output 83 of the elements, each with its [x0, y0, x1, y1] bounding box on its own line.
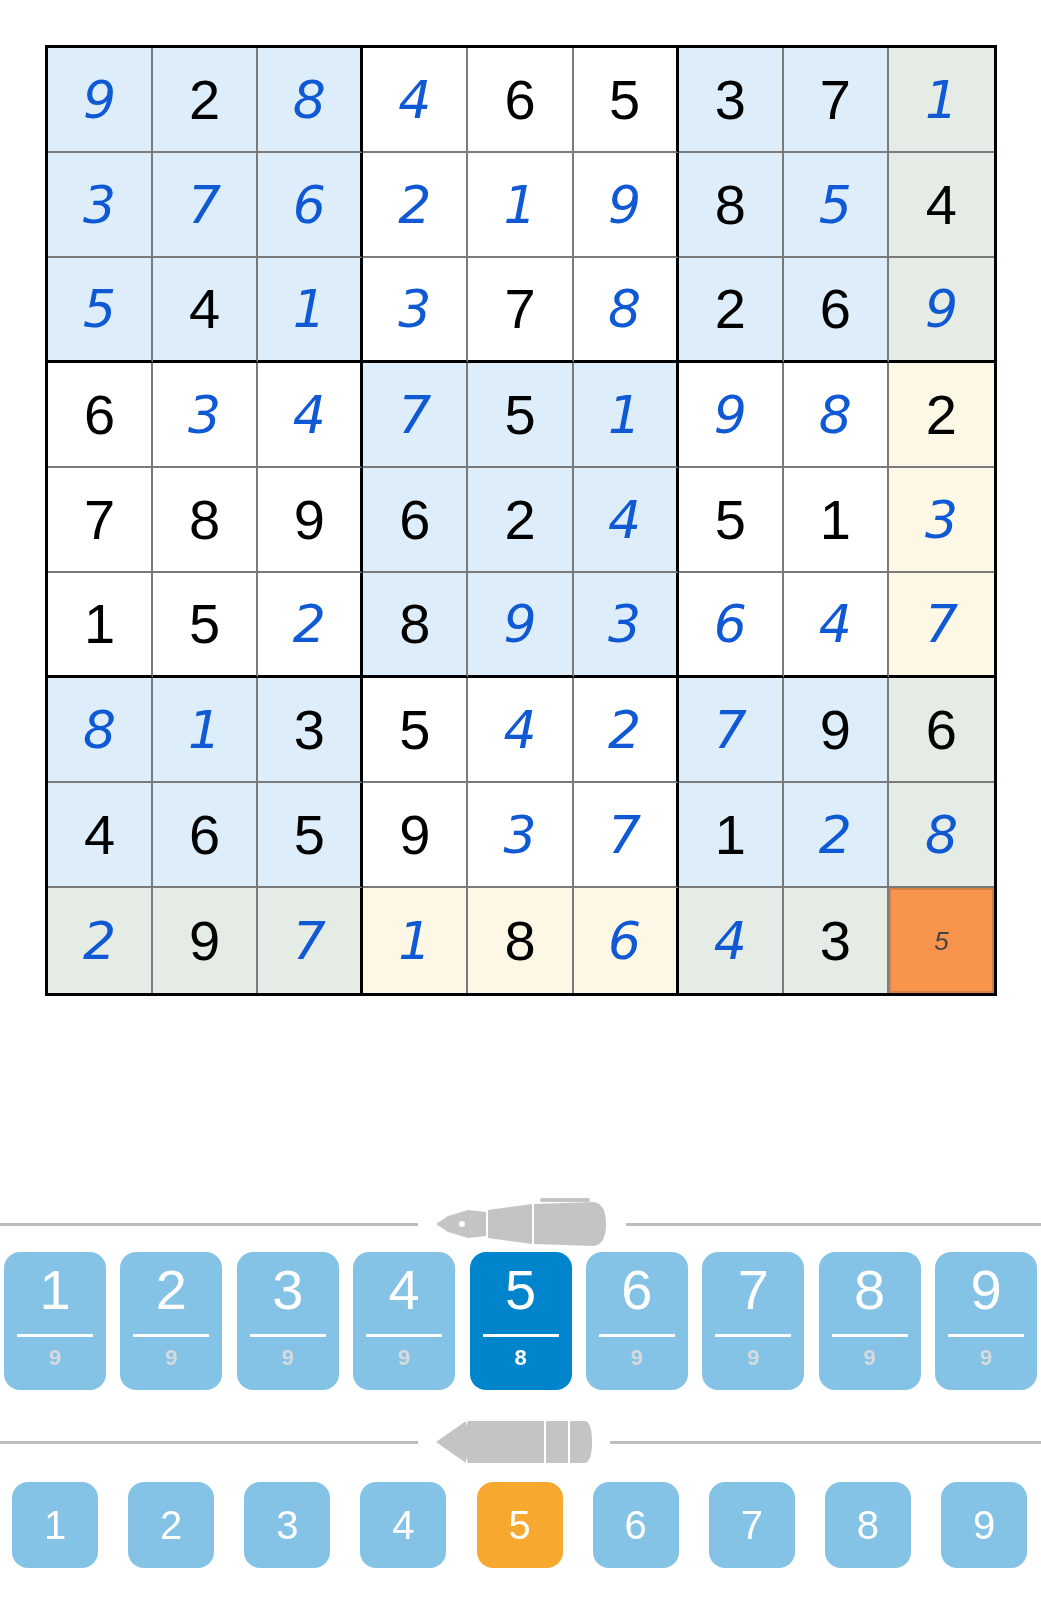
sudoku-cell[interactable]: 3 — [153, 363, 259, 468]
sudoku-cell[interactable]: 6 — [48, 363, 154, 468]
sudoku-cell[interactable]: 4 — [363, 48, 469, 153]
sudoku-cell[interactable]: 3 — [573, 573, 679, 678]
sudoku-cell[interactable]: 7 — [468, 258, 574, 363]
sudoku-cell[interactable]: 7 — [258, 888, 364, 993]
sudoku-cell[interactable]: 3 — [678, 48, 784, 153]
sudoku-cell[interactable]: 3 — [48, 153, 154, 258]
sudoku-cell[interactable]: 5 — [48, 258, 154, 363]
sudoku-cell[interactable]: 6 — [468, 48, 574, 153]
sudoku-cell[interactable]: 7 — [573, 783, 679, 888]
sudoku-cell[interactable]: 9 — [678, 363, 784, 468]
sudoku-cell[interactable]: 4 — [153, 258, 259, 363]
sudoku-cell[interactable]: 1 — [153, 678, 259, 783]
sudoku-cell[interactable]: 6 — [363, 468, 469, 573]
sudoku-cell[interactable]: 1 — [468, 153, 574, 258]
sudoku-cell[interactable]: 6 — [258, 153, 364, 258]
sudoku-cell[interactable]: 1 — [573, 363, 679, 468]
sudoku-cell[interactable]: 5 — [363, 678, 469, 783]
sudoku-cell[interactable]: 3 — [888, 468, 994, 573]
pencil-icon — [434, 1419, 594, 1465]
sudoku-cell[interactable]: 4 — [468, 678, 574, 783]
sudoku-cell[interactable]: 4 — [678, 888, 784, 993]
sudoku-cell[interactable]: 7 — [153, 153, 259, 258]
sudoku-cell[interactable]: 9 — [468, 573, 574, 678]
sudoku-cell[interactable]: 5 — [258, 783, 364, 888]
sudoku-cell[interactable]: 7 — [783, 48, 889, 153]
sudoku-cell[interactable]: 9 — [48, 48, 154, 153]
sudoku-cell[interactable]: 5 — [783, 153, 889, 258]
sudoku-cell[interactable]: 2 — [783, 783, 889, 888]
sudoku-cell[interactable]: 9 — [888, 258, 994, 363]
sudoku-cell[interactable]: 8 — [48, 678, 154, 783]
sudoku-cell[interactable]: 7 — [48, 468, 154, 573]
sudoku-cell[interactable]: 6 — [888, 678, 994, 783]
sudoku-cell[interactable]: 9 — [783, 678, 889, 783]
sudoku-cell[interactable]: 3 — [783, 888, 889, 993]
sudoku-cell[interactable]: 8 — [678, 153, 784, 258]
sudoku-cell[interactable]: 1 — [678, 783, 784, 888]
sudoku-cell[interactable]: 6 — [678, 573, 784, 678]
sudoku-cell[interactable]: 9 — [363, 783, 469, 888]
sudoku-cell[interactable]: 6 — [573, 888, 679, 993]
sudoku-cell[interactable]: 5 — [573, 48, 679, 153]
sudoku-cell[interactable]: 3 — [468, 783, 574, 888]
sudoku-cell[interactable]: 2 — [153, 48, 259, 153]
sudoku-cell[interactable]: 3 — [363, 258, 469, 363]
sudoku-cell[interactable]: 8 — [468, 888, 574, 993]
sudoku-cell[interactable]: 2 — [468, 468, 574, 573]
sudoku-cell[interactable]: 7 — [678, 678, 784, 783]
sudoku-cell[interactable]: 5 — [888, 888, 994, 993]
sudoku-cell[interactable]: 2 — [258, 573, 364, 678]
sudoku-cell[interactable]: 8 — [888, 783, 994, 888]
sudoku-cell[interactable]: 8 — [258, 48, 364, 153]
sudoku-cell[interactable]: 5 — [468, 363, 574, 468]
sudoku-cell[interactable]: 1 — [783, 468, 889, 573]
sudoku-cell[interactable]: 2 — [678, 258, 784, 363]
sudoku-cell[interactable]: 4 — [888, 153, 994, 258]
sudoku-cell[interactable]: 1 — [48, 573, 154, 678]
sudoku-cell[interactable]: 2 — [573, 678, 679, 783]
sudoku-cell[interactable]: 7 — [363, 363, 469, 468]
sudoku-cell[interactable]: 4 — [258, 363, 364, 468]
sudoku-cell[interactable]: 2 — [888, 363, 994, 468]
sudoku-cell[interactable]: 1 — [363, 888, 469, 993]
sudoku-cell[interactable]: 2 — [48, 888, 154, 993]
sudoku-cell[interactable]: 4 — [783, 573, 889, 678]
sudoku-cell[interactable]: 8 — [783, 363, 889, 468]
sudoku-cell[interactable]: 6 — [783, 258, 889, 363]
sudoku-cell[interactable]: 6 — [153, 783, 259, 888]
sudoku-cell[interactable]: 4 — [573, 468, 679, 573]
sudoku-cell[interactable]: 4 — [48, 783, 154, 888]
sudoku-cell[interactable]: 8 — [363, 573, 469, 678]
sudoku-cell[interactable]: 9 — [153, 888, 259, 993]
sudoku-cell[interactable]: 7 — [888, 573, 994, 678]
digit-key[interactable]: 5 8 — [469, 1252, 572, 1390]
sudoku-cell[interactable]: 2 — [363, 153, 469, 258]
sudoku-cell[interactable]: 9 — [573, 153, 679, 258]
sudoku-cell[interactable]: 9 — [258, 468, 364, 573]
sudoku-cell[interactable]: 1 — [258, 258, 364, 363]
sudoku-cell[interactable]: 5 — [153, 573, 259, 678]
sudoku-cell[interactable]: 8 — [573, 258, 679, 363]
sudoku-cell[interactable]: 5 — [678, 468, 784, 573]
sudoku-cell[interactable]: 3 — [258, 678, 364, 783]
sudoku-cell[interactable]: 1 — [888, 48, 994, 153]
sudoku-cell[interactable]: 8 — [153, 468, 259, 573]
